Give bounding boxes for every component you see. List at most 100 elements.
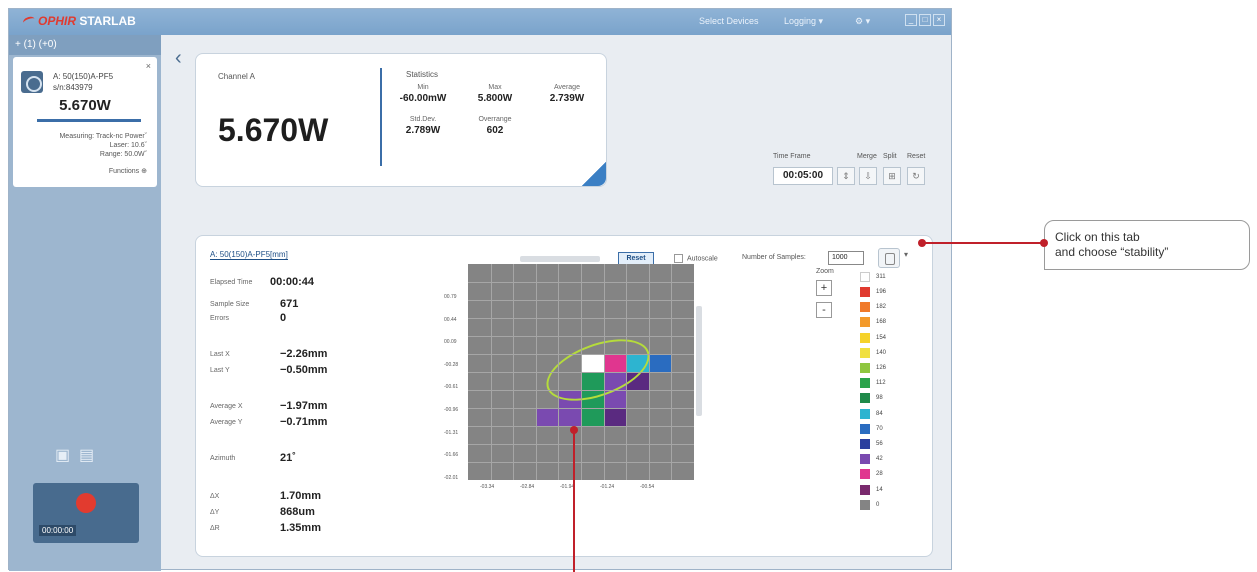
device-name: A: 50(150)A-PF5 s/n:843979 [53, 71, 113, 93]
stat-max-label: Max [488, 84, 502, 91]
view-select-button[interactable] [878, 248, 900, 268]
grid-line [468, 372, 694, 373]
app-window: OPHIR STARLAB Select Devices Logging ▾ ⚙… [8, 8, 952, 571]
logo-brand: OPHIR [38, 14, 77, 28]
functions-link[interactable]: Functions ⊕ [109, 167, 147, 175]
legend-item: 154 [860, 329, 886, 343]
zoom-out-button[interactable]: - [816, 302, 832, 318]
left-sidebar: + (1) (+0) × A: 50(150)A-PF5 s/n:843979 … [9, 35, 161, 571]
zoom-in-button[interactable]: + [816, 280, 832, 296]
legend-swatch [860, 469, 870, 480]
settings-menu[interactable]: ⚙ ▾ [855, 16, 870, 27]
device-reading-bar [37, 119, 141, 122]
measurement-label: Errors [210, 315, 230, 322]
measurement-label: Average Y [210, 419, 243, 426]
legend-value: 98 [876, 395, 883, 402]
merge-button[interactable]: ⇩ [859, 167, 877, 185]
stability-panel: A: 50(150)A-PF5[mm] Reset Autoscale Numb… [195, 235, 933, 557]
logging-menu[interactable]: Logging ▾ [784, 16, 823, 27]
stat-overrange-label: Overrange [478, 116, 512, 123]
time-frame-spinner[interactable]: ⇕ [837, 167, 855, 185]
laser-setting[interactable]: Laser: 10.6ˇ [59, 141, 147, 150]
legend-swatch [860, 332, 870, 343]
measurement-label: Last Y [210, 367, 230, 374]
stat-std-dev-label: Std.Dev. [409, 116, 437, 123]
y-tick-label: -02.01 [444, 474, 459, 481]
panel-expand-corner[interactable] [582, 162, 606, 186]
legend-item: 28 [860, 466, 883, 480]
legend-swatch [860, 271, 870, 282]
legend-swatch [860, 378, 870, 389]
measurement-label: Azimuth [210, 455, 236, 462]
split-button[interactable]: ⊞ [883, 167, 901, 185]
time-frame-input[interactable]: 00:05:00 [773, 167, 833, 185]
title-bar: OPHIR STARLAB Select Devices Logging ▾ ⚙… [9, 9, 951, 35]
grid-line [468, 354, 694, 355]
legend-swatch [860, 423, 870, 434]
measurement-label: Last X [210, 351, 230, 358]
close-icon[interactable]: × [146, 61, 151, 71]
collapse-sidebar-icon[interactable]: ‹ [175, 47, 182, 70]
grid-line [468, 300, 694, 301]
grid-line [468, 282, 694, 283]
legend-item: 196 [860, 283, 886, 297]
samples-input[interactable]: 1000 [828, 251, 864, 265]
sensor-icon [21, 71, 43, 93]
vertical-scrollbar[interactable] [696, 306, 702, 416]
minimize-button[interactable]: _ [905, 14, 917, 26]
grid-line [468, 390, 694, 391]
app-logo: OPHIR STARLAB [21, 14, 136, 28]
camera-icon[interactable]: ▣ [55, 447, 70, 464]
record-button[interactable] [76, 493, 96, 513]
measurement-value: 0 [280, 312, 287, 324]
legend-swatch [860, 408, 870, 419]
legend-value: 14 [876, 486, 883, 493]
legend-value: 28 [876, 471, 883, 478]
select-devices-menu[interactable]: Select Devices [699, 16, 759, 26]
legend-value: 126 [876, 364, 887, 371]
device-card[interactable]: × A: 50(150)A-PF5 s/n:843979 5.670W Meas… [13, 57, 157, 187]
legend-value: 112 [876, 380, 886, 387]
legend-item: 311 [860, 268, 886, 282]
device-tab[interactable]: A: 50(150)A-PF5[mm] [210, 250, 288, 260]
close-button[interactable]: × [933, 14, 945, 26]
grid-line [468, 426, 694, 427]
heatmap-grid [468, 264, 694, 480]
zoom-label: Zoom [816, 268, 834, 275]
split-label: Split [883, 153, 897, 160]
grid-line [468, 444, 694, 445]
stat-max: Max 5.800W [460, 84, 530, 104]
horizontal-scrollbar[interactable] [520, 256, 600, 262]
measurement-label: ΔX [210, 493, 220, 500]
measurement-value: −0.71mm [280, 416, 328, 428]
legend-swatch [860, 286, 870, 297]
heatmap-cell [581, 408, 604, 426]
measurement-value: −2.26mm [280, 348, 328, 360]
measuring-mode[interactable]: Measuring: Track-nc Powerˇ [59, 132, 147, 141]
maximize-button[interactable]: □ [919, 14, 931, 26]
instruction-callout: Click on this tab and choose “stability” [1044, 220, 1250, 270]
device-reading: 5.670W [59, 97, 111, 114]
heatmap-cell [603, 408, 627, 426]
reset-time-button[interactable]: ↻ [907, 167, 925, 185]
y-tick-label: -00.28 [444, 361, 459, 368]
grid-line [468, 408, 694, 409]
functions-label: Functions [108, 168, 140, 175]
legend-item: 126 [860, 359, 887, 373]
legend-value: 140 [876, 349, 887, 356]
sidebar-header[interactable]: + (1) (+0) [9, 35, 161, 55]
heatmap-cell [648, 354, 672, 372]
legend-item: 0 [860, 496, 879, 510]
y-tick-label: -00.96 [444, 407, 459, 413]
range-setting[interactable]: Range: 50.0Wˇ [59, 150, 147, 159]
stat-average-label: Average [554, 84, 580, 91]
legend-swatch [860, 317, 870, 328]
device-info: Measuring: Track-nc Powerˇ Laser: 10.6ˇ … [59, 132, 147, 159]
measurement-label: Elapsed Time [210, 279, 253, 286]
stat-std-dev: Std.Dev. 2.789W [388, 116, 458, 136]
annotation-line-horizontal [922, 242, 1046, 244]
grid-line [468, 336, 694, 337]
view-dropdown-icon[interactable]: ▾ [904, 250, 908, 259]
channel-label: Channel A [218, 72, 255, 81]
save-icon[interactable]: ▤ [79, 447, 94, 464]
